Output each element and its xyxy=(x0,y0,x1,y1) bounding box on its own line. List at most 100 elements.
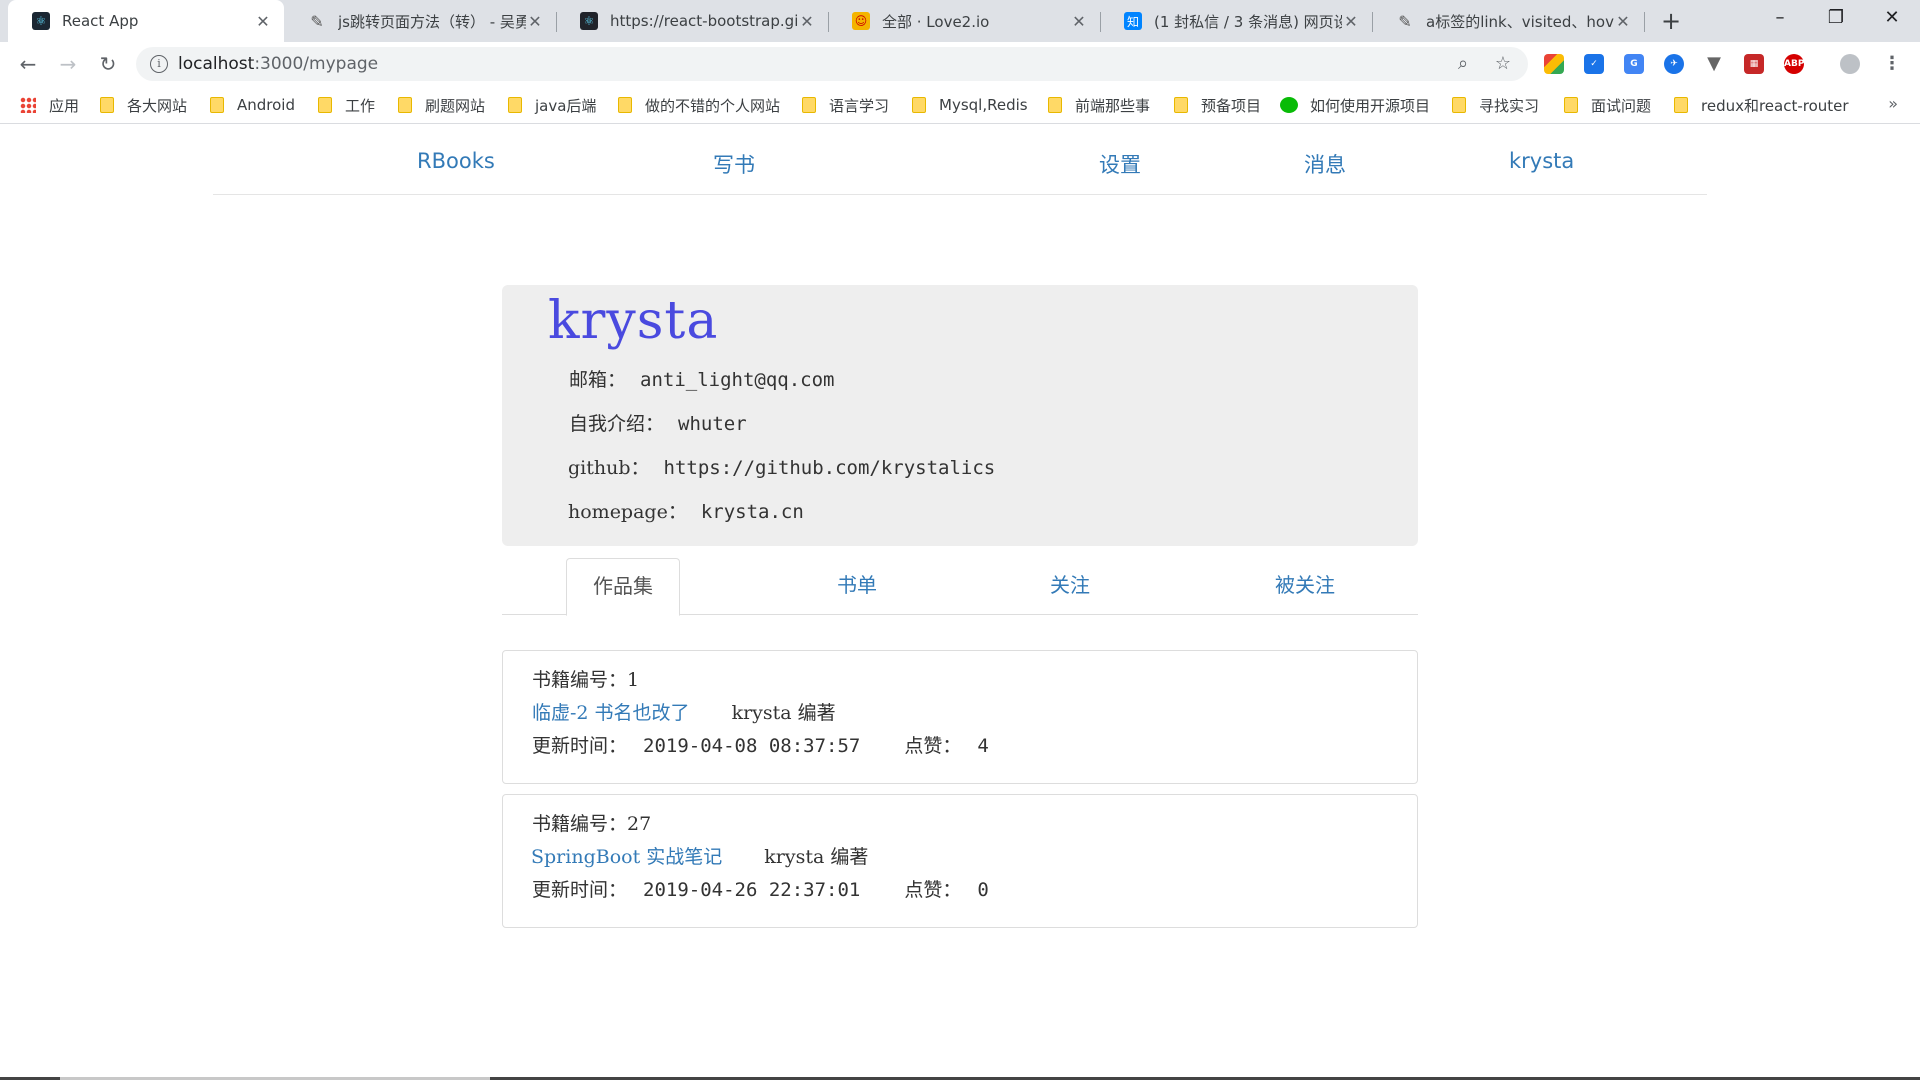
book-id-label: 书籍编号： xyxy=(532,813,628,835)
react-icon: ⚛ xyxy=(580,12,598,30)
profile-card: krysta 邮箱： anti_light@qq.com 自我介绍： whuter … xyxy=(502,285,1418,546)
bookmark-folder[interactable]: 寻找实习 xyxy=(1452,86,1539,124)
address-bar[interactable]: i localhost:3000/mypage ⌕ ☆ xyxy=(136,47,1528,81)
bookmark-label: 工作 xyxy=(345,96,376,115)
bookmark-folder[interactable]: 面试问题 xyxy=(1564,86,1651,124)
bookmark-folder[interactable]: Mysql,Redis xyxy=(912,86,1028,124)
close-icon[interactable]: ✕ xyxy=(798,12,816,31)
feather-icon: ✎ xyxy=(1398,11,1412,31)
translate-icon[interactable]: G xyxy=(1624,54,1644,74)
close-icon[interactable]: ✕ xyxy=(526,12,544,31)
bookmark-label: 各大网站 xyxy=(127,96,188,115)
bookmark-folder[interactable]: Android xyxy=(210,86,295,124)
zoom-icon[interactable]: ⌕ xyxy=(1452,53,1474,75)
tab-works[interactable]: 作品集 xyxy=(566,558,680,616)
minimize-icon[interactable]: – xyxy=(1752,0,1808,36)
nav-settings-link[interactable]: 设置 xyxy=(1099,149,1141,179)
browser-tab[interactable]: ✎ js跳转页面方法（转） - 吴勇 ✕ xyxy=(284,0,556,42)
folder-icon xyxy=(802,97,816,113)
chevron-right-icon[interactable]: » xyxy=(1888,94,1898,113)
site-nav: RBooks 写书 设置 消息 krysta xyxy=(213,125,1707,195)
bookmark-label: redux和react-router xyxy=(1701,96,1849,115)
close-icon[interactable]: ✕ xyxy=(1614,12,1632,31)
bookmark-folder[interactable]: 语言学习 xyxy=(802,86,889,124)
back-icon[interactable]: ← xyxy=(14,50,42,78)
pocket-icon[interactable]: ✓ xyxy=(1584,54,1604,74)
nav-messages-link[interactable]: 消息 xyxy=(1304,149,1346,179)
tab-followers[interactable]: 被关注 xyxy=(1235,558,1375,615)
book-id: 27 xyxy=(627,813,652,835)
close-icon[interactable]: ✕ xyxy=(254,12,272,31)
bookmark-folder[interactable]: 预备项目 xyxy=(1174,86,1261,124)
profile-email-row: 邮箱： anti_light@qq.com xyxy=(569,365,834,392)
book-title-link[interactable]: 临虚-2 书名也改了 xyxy=(532,702,690,724)
bookmark-label: 寻找实习 xyxy=(1479,96,1540,115)
likes-label: 点赞： xyxy=(904,879,962,901)
menu-icon[interactable]: ⋮ xyxy=(1882,54,1902,74)
tab-title: (1 封私信 / 3 条消息) 网页设 xyxy=(1154,12,1342,31)
restore-icon[interactable]: ❐ xyxy=(1808,0,1864,36)
bookmark-label: 应用 xyxy=(49,96,80,115)
book-title-row: SpringBoot 实战笔记 krysta 编著 xyxy=(531,842,868,869)
new-tab-button[interactable]: + xyxy=(1656,6,1686,36)
email-label: 邮箱： xyxy=(569,369,627,391)
star-icon[interactable]: ☆ xyxy=(1492,53,1514,75)
folder-icon xyxy=(398,97,412,113)
book-card: 书籍编号：1 临虚-2 书名也改了 krysta 编著 更新时间： 2019-04-… xyxy=(502,650,1418,784)
tab-title: https://react-bootstrap.git xyxy=(610,12,798,30)
profile-avatar-icon[interactable] xyxy=(1840,54,1860,74)
tab-booklist[interactable]: 书单 xyxy=(800,558,914,615)
bookmark-folder[interactable]: 刷题网站 xyxy=(398,86,485,124)
close-icon[interactable]: ✕ xyxy=(1070,12,1088,31)
folder-icon xyxy=(618,97,632,113)
profile-name: krysta xyxy=(548,291,719,351)
bookmark-folder[interactable]: 前端那些事 xyxy=(1048,86,1150,124)
browser-tab[interactable]: 知 (1 封私信 / 3 条消息) 网页设 ✕ xyxy=(1100,0,1372,42)
bookmark-folder[interactable]: 工作 xyxy=(318,86,375,124)
reload-icon[interactable]: ↻ xyxy=(94,50,122,78)
close-icon[interactable]: ✕ xyxy=(1342,12,1360,31)
wechat-icon xyxy=(1280,97,1298,113)
bookmark-folder[interactable]: 做的不错的个人网站 xyxy=(618,86,780,124)
nav-user-link[interactable]: krysta xyxy=(1509,149,1574,173)
updated-value: 2019-04-26 22:37:01 xyxy=(643,879,861,901)
adblock-icon[interactable]: ABP xyxy=(1784,54,1804,74)
vue-devtools-icon[interactable]: ▼ xyxy=(1704,54,1724,74)
updated-label: 更新时间： xyxy=(532,879,628,901)
bookmark-link[interactable]: 如何使用开源项目 xyxy=(1280,86,1430,124)
bookmark-folder[interactable]: redux和react-router xyxy=(1674,86,1849,124)
nav-brand-link[interactable]: RBooks xyxy=(417,149,495,173)
feather-icon: ✎ xyxy=(310,11,324,31)
book-card: 书籍编号：27 SpringBoot 实战笔记 krysta 编著 更新时间： 20… xyxy=(502,794,1418,928)
url-text[interactable]: localhost:3000/mypage xyxy=(178,54,378,74)
folder-icon xyxy=(210,97,224,113)
nav-write-link[interactable]: 写书 xyxy=(713,149,755,179)
forward-icon[interactable]: → xyxy=(54,50,82,78)
book-id: 1 xyxy=(627,669,640,691)
window-close-icon[interactable]: ✕ xyxy=(1864,0,1920,36)
info-icon[interactable]: i xyxy=(150,55,168,73)
bookmark-folder[interactable]: java后端 xyxy=(508,86,596,124)
browser-tab[interactable]: ☺ 全部 · Love2.io ✕ xyxy=(828,0,1100,42)
browser-tab[interactable]: ✎ a标签的link、visited、hove ✕ xyxy=(1372,0,1644,42)
profile-intro-row: 自我介绍： whuter xyxy=(569,409,747,436)
bookmark-label: 预备项目 xyxy=(1201,96,1262,115)
book-id-row: 书籍编号：1 xyxy=(532,665,639,692)
extension-icon[interactable] xyxy=(1544,54,1564,74)
bookmark-folder[interactable]: 各大网站 xyxy=(100,86,187,124)
email-value: anti_light@qq.com xyxy=(640,369,835,391)
extension-icon[interactable]: ✈ xyxy=(1664,54,1684,74)
bookmark-apps[interactable]: 应用 xyxy=(20,86,79,124)
folder-icon xyxy=(1564,97,1578,113)
browser-tab[interactable]: ⚛ https://react-bootstrap.git ✕ xyxy=(556,0,828,42)
homepage-label: homepage： xyxy=(568,501,687,523)
url-path: :3000/mypage xyxy=(254,54,379,74)
extension-icon[interactable]: ▦ xyxy=(1744,54,1764,74)
profile-tabs: 作品集 书单 关注 被关注 xyxy=(502,558,1418,616)
browser-tab-react-app[interactable]: ⚛ React App ✕ xyxy=(8,0,284,42)
tab-following[interactable]: 关注 xyxy=(1013,558,1127,615)
folder-icon xyxy=(1452,97,1466,113)
profile-github-row: github： https://github.com/krystalics xyxy=(568,453,995,480)
book-title-link[interactable]: SpringBoot 实战笔记 xyxy=(531,846,722,868)
react-icon: ⚛ xyxy=(32,12,50,30)
